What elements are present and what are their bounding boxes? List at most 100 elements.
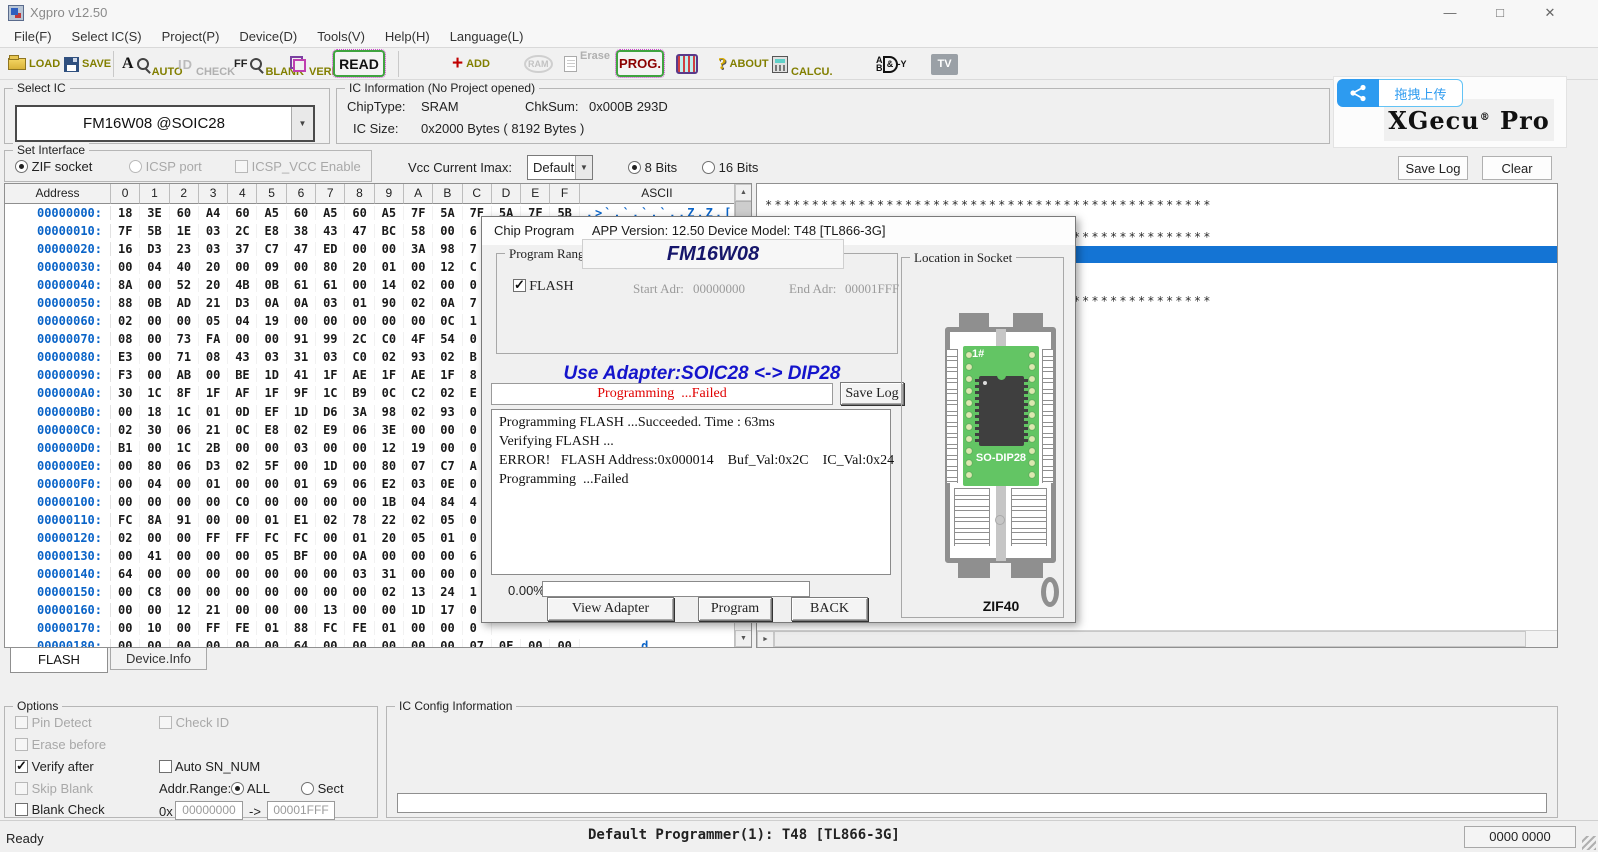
hex-byte-cell[interactable]: 04 — [404, 495, 433, 509]
hex-byte-cell[interactable]: 00 — [345, 639, 374, 648]
hex-byte-cell[interactable]: 00 — [345, 495, 374, 509]
hex-byte-cell[interactable]: FF — [228, 531, 257, 545]
hex-byte-cell[interactable]: 00 — [375, 242, 404, 256]
hex-byte-cell[interactable]: 00 — [199, 368, 228, 382]
hex-byte-cell[interactable]: 00 — [111, 603, 140, 617]
hex-byte-cell[interactable]: 00 — [257, 603, 286, 617]
ic-select-combobox[interactable]: FM16W08 @SOIC28 ▼ — [15, 105, 315, 142]
drag-upload-button[interactable]: 拖拽上传 — [1337, 79, 1463, 107]
hex-byte-cell[interactable]: C8 — [140, 585, 169, 599]
hex-byte-cell[interactable]: E8 — [257, 224, 286, 238]
hex-byte-cell[interactable]: 21 — [199, 296, 228, 310]
hex-byte-cell[interactable]: C0 — [345, 350, 374, 364]
hex-byte-cell[interactable]: 5B — [140, 224, 169, 238]
check-id-checkbox[interactable]: Check ID — [159, 715, 229, 730]
hex-byte-cell[interactable]: 20 — [199, 260, 228, 274]
hex-byte-cell[interactable]: 00 — [170, 531, 199, 545]
hex-byte-cell[interactable]: 00 — [433, 278, 462, 292]
hex-byte-cell[interactable]: 00 — [375, 549, 404, 563]
maximize-button[interactable]: □ — [1475, 0, 1525, 26]
hex-byte-cell[interactable]: 54 — [433, 332, 462, 346]
hex-byte-cell[interactable]: 0A — [345, 549, 374, 563]
hex-byte-cell[interactable]: 02 — [287, 423, 316, 437]
hex-byte-cell[interactable]: 00 — [111, 260, 140, 274]
back-button[interactable]: BACK — [791, 597, 868, 621]
hex-byte-cell[interactable]: 02 — [111, 531, 140, 545]
hex-byte-cell[interactable]: FC — [316, 621, 345, 635]
hex-byte-cell[interactable]: 02 — [375, 350, 404, 364]
hex-byte-cell[interactable]: 3E — [140, 206, 169, 220]
hex-byte-cell[interactable]: 05 — [199, 314, 228, 328]
hex-byte-cell[interactable]: 5F — [257, 459, 286, 473]
save-log-button[interactable]: Save Log — [1398, 156, 1468, 180]
hex-row[interactable]: 00000180:000000000000640000000000070F000… — [5, 637, 735, 648]
hex-byte-cell[interactable]: 00 — [228, 513, 257, 527]
hex-byte-cell[interactable]: 80 — [375, 459, 404, 473]
hex-byte-cell[interactable]: 99 — [316, 332, 345, 346]
bits8-radio[interactable]: 8 Bits — [628, 160, 677, 175]
hex-byte-cell[interactable]: D3 — [140, 242, 169, 256]
hex-byte-cell[interactable]: 00 — [257, 639, 286, 648]
hex-byte-cell[interactable]: 1B — [375, 495, 404, 509]
hex-byte-cell[interactable]: 00 — [228, 639, 257, 648]
hex-byte-cell[interactable]: 06 — [345, 423, 374, 437]
hex-byte-cell[interactable]: 05 — [257, 549, 286, 563]
resize-grip[interactable] — [1582, 836, 1596, 850]
combobox-dropdown-button[interactable]: ▼ — [575, 156, 592, 179]
hex-byte-cell[interactable]: 43 — [228, 350, 257, 364]
hex-byte-cell[interactable]: 98 — [375, 405, 404, 419]
hex-byte-cell[interactable]: 00 — [433, 621, 462, 635]
hex-byte-cell[interactable]: FE — [345, 621, 374, 635]
hex-byte-cell[interactable]: 1C — [140, 386, 169, 400]
hex-byte-cell[interactable]: 00 — [170, 585, 199, 599]
hex-byte-cell[interactable]: 01 — [287, 477, 316, 491]
hex-byte-cell[interactable]: 01 — [345, 531, 374, 545]
hex-byte-cell[interactable]: 00 — [199, 567, 228, 581]
hex-byte-cell[interactable]: 07 — [404, 459, 433, 473]
hex-byte-cell[interactable]: D3 — [228, 296, 257, 310]
hex-byte-cell[interactable]: 71 — [170, 350, 199, 364]
hex-byte-cell[interactable]: 3A — [404, 242, 433, 256]
hex-byte-cell[interactable]: 00 — [404, 567, 433, 581]
hex-byte-cell[interactable]: 0F — [492, 639, 521, 648]
hex-byte-cell[interactable]: 00 — [140, 368, 169, 382]
hex-byte-cell[interactable]: 00 — [111, 459, 140, 473]
hex-byte-cell[interactable]: 0A — [257, 296, 286, 310]
hex-byte-cell[interactable]: 03 — [404, 477, 433, 491]
hex-byte-cell[interactable]: 9F — [287, 386, 316, 400]
hex-byte-cell[interactable]: 02 — [111, 314, 140, 328]
hex-byte-cell[interactable]: A4 — [199, 206, 228, 220]
hex-byte-cell[interactable]: 12 — [375, 441, 404, 455]
hex-byte-cell[interactable]: 00 — [111, 549, 140, 563]
load-button[interactable]: LOAD — [8, 50, 60, 78]
hex-byte-cell[interactable]: 00 — [140, 350, 169, 364]
hex-byte-cell[interactable]: 80 — [316, 260, 345, 274]
close-button[interactable]: ✕ — [1525, 0, 1575, 26]
hex-byte-cell[interactable]: 0B — [140, 296, 169, 310]
hex-byte-cell[interactable]: 00 — [316, 495, 345, 509]
hex-byte-cell[interactable]: 06 — [345, 477, 374, 491]
check-button[interactable]: ID CHECK — [178, 50, 235, 78]
hex-byte-cell[interactable]: 18 — [111, 206, 140, 220]
hex-byte-cell[interactable]: 00 — [199, 585, 228, 599]
hex-byte-cell[interactable]: 00 — [287, 567, 316, 581]
dialog-save-log-button[interactable]: Save Log — [840, 382, 904, 405]
scroll-up-button[interactable]: ▲ — [735, 184, 752, 201]
hex-byte-cell[interactable]: 00 — [170, 477, 199, 491]
hex-byte-cell[interactable]: E9 — [316, 423, 345, 437]
hex-byte-cell[interactable]: 00 — [316, 585, 345, 599]
hex-byte-cell[interactable]: 88 — [111, 296, 140, 310]
hex-byte-cell[interactable]: 00 — [345, 441, 374, 455]
hex-byte-cell[interactable]: AD — [170, 296, 199, 310]
hex-byte-cell[interactable]: 00 — [170, 549, 199, 563]
hex-byte-cell[interactable]: 60 — [287, 206, 316, 220]
hex-byte-cell[interactable]: 47 — [345, 224, 374, 238]
hex-byte-cell[interactable]: E2 — [375, 477, 404, 491]
menu-item-5[interactable]: Help(H) — [375, 26, 440, 48]
hex-byte-cell[interactable]: 03 — [199, 242, 228, 256]
hex-byte-cell[interactable]: 20 — [345, 260, 374, 274]
chip-test-button[interactable] — [676, 50, 698, 78]
prog-button[interactable]: PROG. — [616, 50, 664, 77]
hex-byte-cell[interactable]: 7F — [404, 206, 433, 220]
hex-byte-cell[interactable]: 7F — [111, 224, 140, 238]
